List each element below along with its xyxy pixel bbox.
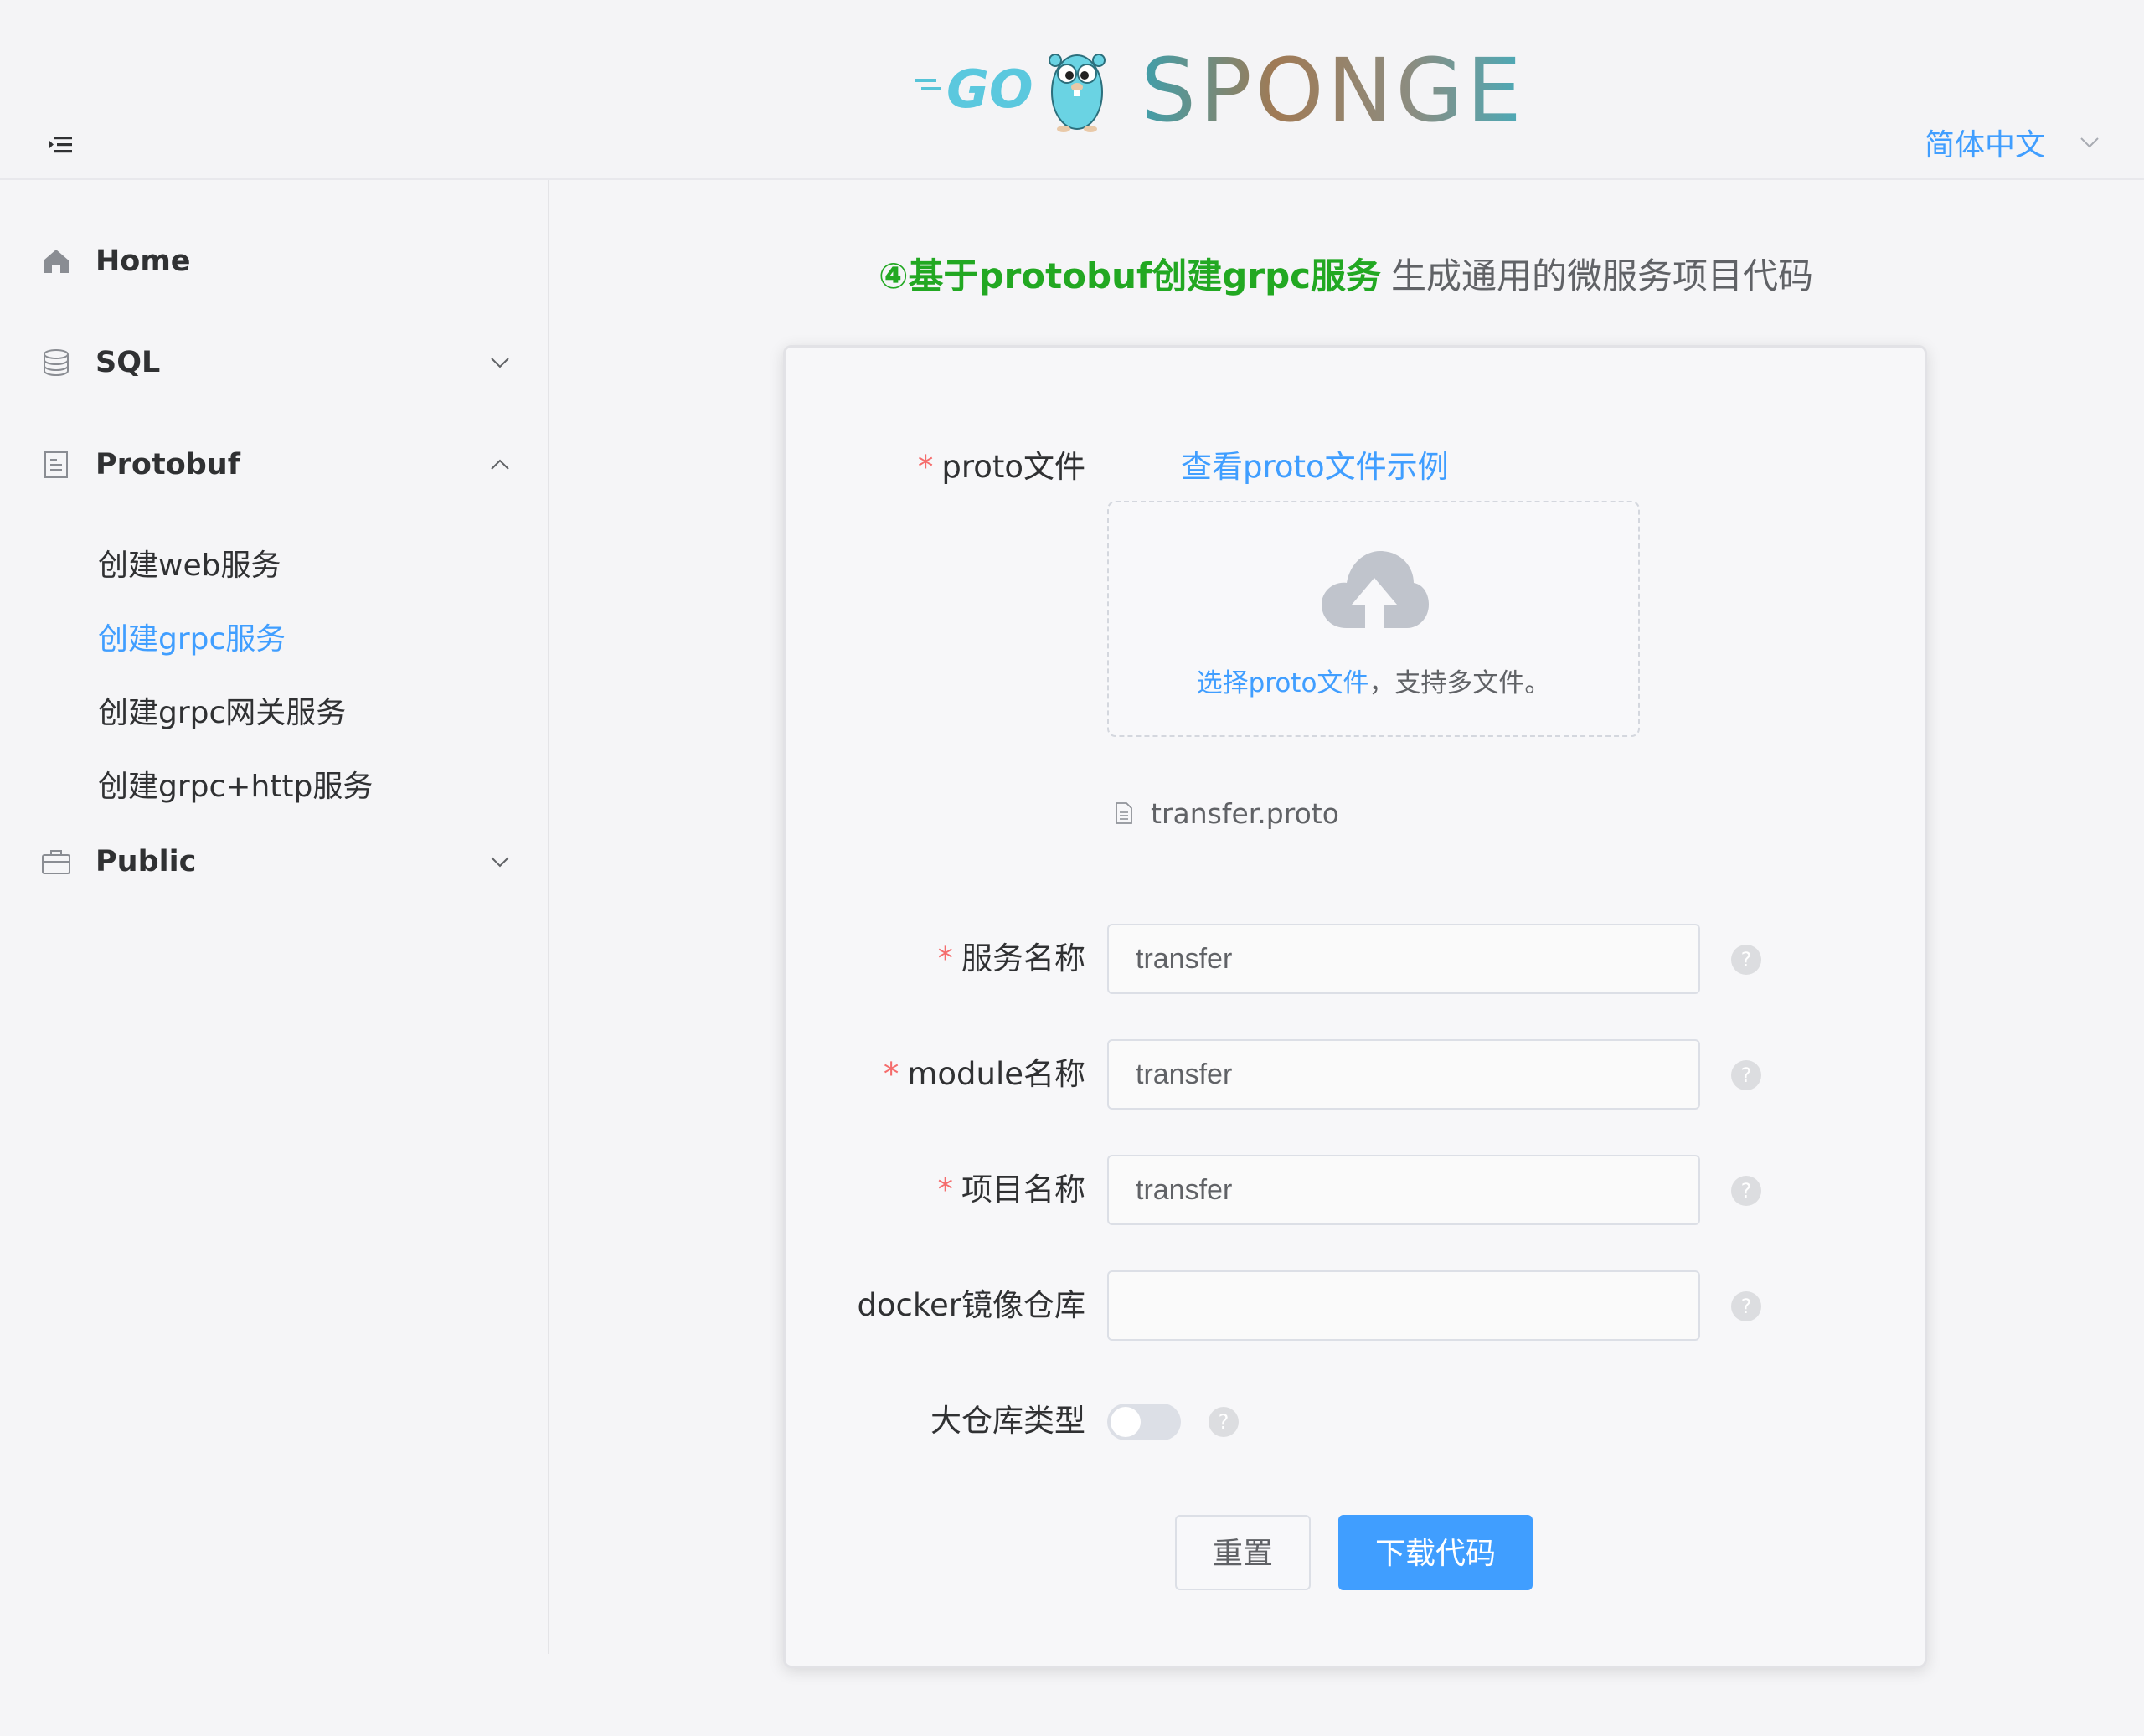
project-name-label: * 项目名称 [938, 1154, 1086, 1226]
upload-instructions: 选择proto文件，支持多文件。 [1109, 662, 1638, 699]
svg-text:?: ? [1741, 1295, 1752, 1318]
view-proto-example-link[interactable]: 查看proto文件示例 [1181, 431, 1449, 503]
page-title: ④基于protobuf创建grpc服务 生成通用的微服务项目代码 [548, 243, 2144, 310]
mono-repo-label: 大仓库类型 [930, 1403, 1085, 1439]
required-mark: * [937, 1172, 954, 1208]
sidebar: Home SQL Protobuf 创建web服务 创建grpc服务 创建grp… [0, 180, 549, 1654]
download-code-button[interactable]: 下载代码 [1338, 1515, 1533, 1590]
docker-repo-label: docker镜像仓库 [857, 1287, 1085, 1323]
svg-text:?: ? [1741, 1179, 1752, 1203]
sidebar-item-protobuf[interactable]: Protobuf [0, 427, 548, 502]
home-icon [44, 250, 69, 273]
document-icon [44, 451, 68, 478]
sidebar-subitem-create-web[interactable]: 创建web服务 [0, 529, 548, 596]
sidebar-item-sql[interactable]: SQL [0, 325, 548, 400]
switch-knob [1111, 1407, 1141, 1437]
reset-button[interactable]: 重置 [1175, 1515, 1311, 1590]
svg-text:?: ? [1741, 948, 1752, 971]
select-proto-file-link[interactable]: 选择proto文件 [1197, 668, 1369, 698]
language-select[interactable]: 简体中文 [1925, 117, 2100, 167]
sidebar-item-label: Protobuf [95, 448, 240, 482]
sidebar-item-label: Public [95, 845, 197, 878]
sidebar-item-label: SQL [95, 346, 161, 379]
required-mark: * [917, 449, 934, 485]
module-name-label-text: module名称 [907, 1056, 1085, 1092]
logo-brand-text: SPONGE [1141, 40, 1525, 141]
gopher-icon [1049, 54, 1106, 132]
project-name-input[interactable] [1107, 1155, 1700, 1225]
upload-hint-text: ，支持多文件。 [1368, 668, 1551, 698]
cloud-upload-icon [1322, 551, 1429, 628]
help-icon[interactable]: ? [1730, 1290, 1762, 1322]
required-mark: * [883, 1056, 899, 1092]
uploaded-file-item[interactable]: transfer.proto [1112, 790, 1339, 837]
sidebar-subitem-label: 创建grpc+http服务 [98, 770, 374, 804]
chevron-down-icon [2080, 137, 2099, 148]
module-name-input[interactable] [1107, 1039, 1700, 1110]
page-title-subtitle: 生成通用的微服务项目代码 [1391, 255, 1814, 296]
top-header: GO SPONGE 简体中文 [0, 0, 2144, 180]
database-icon [44, 349, 69, 377]
briefcase-icon [42, 850, 70, 874]
sponge-logo: GO SPONGE [913, 39, 1558, 142]
project-name-label-text: 项目名称 [961, 1172, 1085, 1208]
chevron-down-icon [491, 358, 509, 368]
service-name-label-text: 服务名称 [961, 940, 1085, 976]
chevron-up-icon [491, 459, 509, 470]
mono-repo-switch[interactable] [1107, 1404, 1181, 1440]
sidebar-item-public[interactable]: Public [0, 824, 548, 899]
form-card: * proto文件 查看proto文件示例 选择proto文件，支持多文件。 tr… [783, 345, 1927, 1668]
help-icon[interactable]: ? [1730, 944, 1762, 976]
proto-file-label-text: proto文件 [941, 449, 1085, 485]
page-title-strong: ④基于protobuf创建grpc服务 [878, 255, 1382, 296]
file-icon [1116, 802, 1132, 824]
sidebar-subitem-create-grpc-http[interactable]: 创建grpc+http服务 [0, 750, 548, 817]
proto-upload-dropzone[interactable]: 选择proto文件，支持多文件。 [1107, 501, 1640, 737]
proto-file-label: * proto文件 [918, 431, 1085, 503]
sidebar-subitem-label: 创建web服务 [98, 549, 281, 583]
svg-text:?: ? [1219, 1410, 1229, 1434]
service-name-label: * 服务名称 [938, 923, 1086, 995]
help-icon[interactable]: ? [1730, 1175, 1762, 1207]
required-mark: * [937, 940, 954, 976]
sidebar-subitem-label: 创建grpc网关服务 [98, 696, 347, 730]
logo-go-text: GO [946, 59, 1033, 120]
chevron-down-icon [491, 857, 509, 868]
sidebar-subitem-create-grpc[interactable]: 创建grpc服务 [0, 603, 548, 670]
sidebar-item-label: Home [95, 245, 191, 278]
service-name-input[interactable] [1107, 924, 1700, 994]
sidebar-subitem-create-grpc-gateway[interactable]: 创建grpc网关服务 [0, 677, 548, 744]
help-icon[interactable]: ? [1208, 1406, 1240, 1438]
help-icon[interactable]: ? [1730, 1059, 1762, 1091]
svg-text:?: ? [1741, 1064, 1752, 1087]
docker-repo-input[interactable] [1107, 1270, 1700, 1341]
menu-collapse-icon[interactable] [49, 132, 74, 157]
uploaded-file-name: transfer.proto [1151, 796, 1339, 830]
sidebar-subitem-label: 创建grpc服务 [98, 622, 286, 657]
language-label: 简体中文 [1925, 128, 2046, 162]
sidebar-item-home[interactable]: Home [0, 224, 548, 299]
module-name-label: * module名称 [884, 1038, 1085, 1110]
